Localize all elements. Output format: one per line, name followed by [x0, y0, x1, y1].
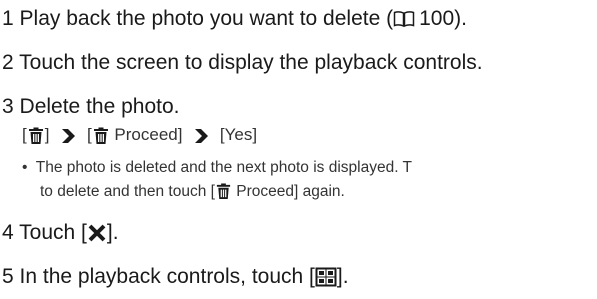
step-4-text-after: ]. [106, 221, 119, 244]
close-icon[interactable] [87, 223, 107, 243]
index-icon[interactable] [315, 267, 337, 287]
bullet-symbol: • [22, 159, 28, 176]
trash-icon[interactable] [27, 127, 45, 145]
step-3-bullet-line2: to delete and then touch [ Proceed] agai… [40, 182, 345, 201]
step-2-number: 2 [2, 51, 14, 74]
proceed-button-label[interactable]: Proceed] [114, 125, 182, 144]
step-1-text: Play back the photo you want to delete ( [19, 7, 394, 30]
arrow-right-icon [192, 127, 210, 145]
trash-icon [215, 183, 232, 200]
bullet-text-line2-after: Proceed] again. [236, 183, 345, 200]
trash-icon [92, 127, 110, 145]
step-3: 3 Delete the photo. [2, 95, 179, 119]
step-4: 4 Touch []. [2, 221, 119, 245]
step-1-number: 1 [2, 7, 14, 30]
yes-button-label[interactable]: [Yes] [220, 125, 257, 144]
step-5-text-before: In the playback controls, touch [ [19, 265, 315, 288]
book-icon [393, 10, 415, 28]
step-3-sequence: [] [ Proceed] [Yes] [22, 125, 257, 145]
step-3-text: Delete the photo. [19, 95, 180, 118]
step-1: 1 Play back the photo you want to delete… [2, 7, 467, 31]
sequence-bracket-close: ] [44, 125, 50, 144]
step-5-text-after: ]. [336, 265, 349, 288]
step-1-text-after: ). [454, 7, 467, 30]
bullet-text-line2-before: to delete and then touch [ [40, 183, 215, 200]
step-2-text: Touch the screen to display the playback… [19, 51, 483, 74]
bullet-text-line1: The photo is deleted and the next photo … [35, 159, 413, 176]
step-5-number: 5 [2, 265, 14, 288]
step-1-ref-page[interactable]: 100 [419, 7, 454, 30]
step-3-number: 3 [2, 95, 14, 118]
step-2: 2 Touch the screen to display the playba… [2, 51, 483, 75]
step-5: 5 In the playback controls, touch []. [2, 265, 349, 289]
step-4-text-before: Touch [ [19, 221, 87, 244]
step-4-number: 4 [2, 221, 14, 244]
step-3-bullet-line1: • The photo is deleted and the next phot… [22, 158, 412, 177]
arrow-right-icon [59, 127, 77, 145]
